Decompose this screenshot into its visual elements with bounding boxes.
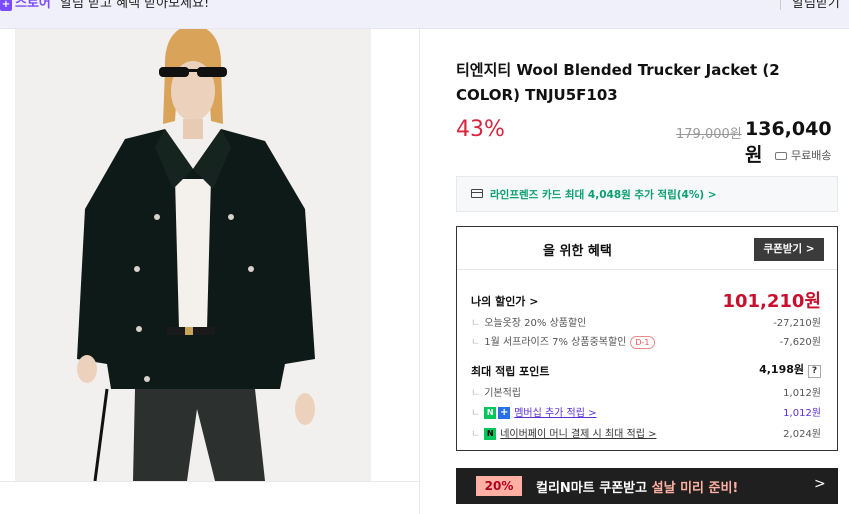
d-day-badge: D-1 [630,336,655,349]
discount-item-value: -27,210원 [773,318,821,329]
notification-bar: + 스토어 알림 받고 혜택 받아보세요! 알림받기 [0,0,849,29]
points-total: 4,198원? [759,361,821,378]
discount-item-value: -7,620원 [779,337,821,348]
truck-icon [775,152,787,160]
product-title: 티엔지티 Wool Blended Trucker Jacket (2 COLO… [456,61,780,104]
notification-message: 알림 받고 혜택 받아보세요! [60,0,210,11]
chevron-right-icon: > [814,476,826,492]
promo-banner[interactable]: 20% 컬리N마트 쿠폰받고 설날 미리 준비! > [456,468,838,504]
points-item[interactable]: ㄴ N 네이버페이 머니 결제 시 최대 적립 > [471,425,656,440]
promo-banner-text: 컬리N마트 쿠폰받고 설날 미리 준비! [536,477,738,496]
plus-icon: + [498,407,511,419]
shipping-label: 무료배송 [791,149,832,162]
benefit-header: 을 위한 혜택 쿠폰받기 > [457,227,837,270]
points-item-value: 2,024원 [783,429,821,440]
store-badge-label: 스토어 [15,0,51,11]
divider [0,481,420,482]
points-item-value: 1,012원 [783,388,821,399]
help-icon[interactable]: ? [808,365,821,378]
credit-card-icon [471,189,483,198]
promo-text-highlight: 설날 미리 준비! [651,481,739,496]
points-label: 최대 적립 포인트 [471,365,550,378]
store-badge: + 스토어 [0,0,51,11]
naver-pay-icon: N [484,428,497,440]
plus-icon: + [0,0,12,11]
original-price: 179,000원 [676,127,742,142]
benefit-title: 을 위한 혜택 [543,244,612,259]
my-price-label[interactable]: 나의 할인가 > [471,293,538,309]
points-item: ㄴ 기본적립 [471,388,522,399]
naverpay-points-link[interactable]: 네이버페이 머니 결제 시 최대 적립 > [500,429,656,440]
discount-item-label: 1월 서프라이즈 7% 상품중복할인 [484,337,627,348]
discount-rate: 43% [456,117,505,142]
coupon-button[interactable]: 쿠폰받기 > [754,238,824,261]
points-item[interactable]: ㄴ N + 멤버십 추가 적립 > [471,404,597,419]
benefit-panel: 을 위한 혜택 쿠폰받기 > 나의 할인가 > 101,210원 ㄴ 오늘옷장 2… [456,226,838,451]
card-promo-text: 라인프렌즈 카드 최대 4,048원 추가 적립(4%) > [490,189,717,201]
product-image-column [0,29,420,514]
discount-item: ㄴ 오늘옷장 20% 상품할인 [471,318,587,329]
discount-item: ㄴ 1월 서프라이즈 7% 상품중복할인 D-1 [471,333,655,349]
product-photo-illustration [15,29,371,481]
promo-percent-badge: 20% [476,476,522,496]
card-promo-link[interactable]: 라인프렌즈 카드 최대 4,048원 추가 적립(4%) > [456,176,838,212]
my-price-value: 101,210원 [722,291,821,312]
discount-item-label: 오늘옷장 20% 상품할인 [484,318,587,329]
shipping-info: 무료배송 [775,147,831,163]
promo-text-main: 컬리N마트 쿠폰받고 [536,481,652,496]
divider [780,0,781,10]
points-item-value: 1,012원 [783,408,821,419]
alarm-button[interactable]: 알림받기 [792,0,840,11]
membership-points-link[interactable]: 멤버십 추가 적립 > [514,408,596,419]
product-image[interactable] [15,29,371,481]
points-value: 4,198원 [759,363,804,376]
naver-n-icon: N [484,407,497,419]
points-item-label: 기본적립 [484,388,522,399]
